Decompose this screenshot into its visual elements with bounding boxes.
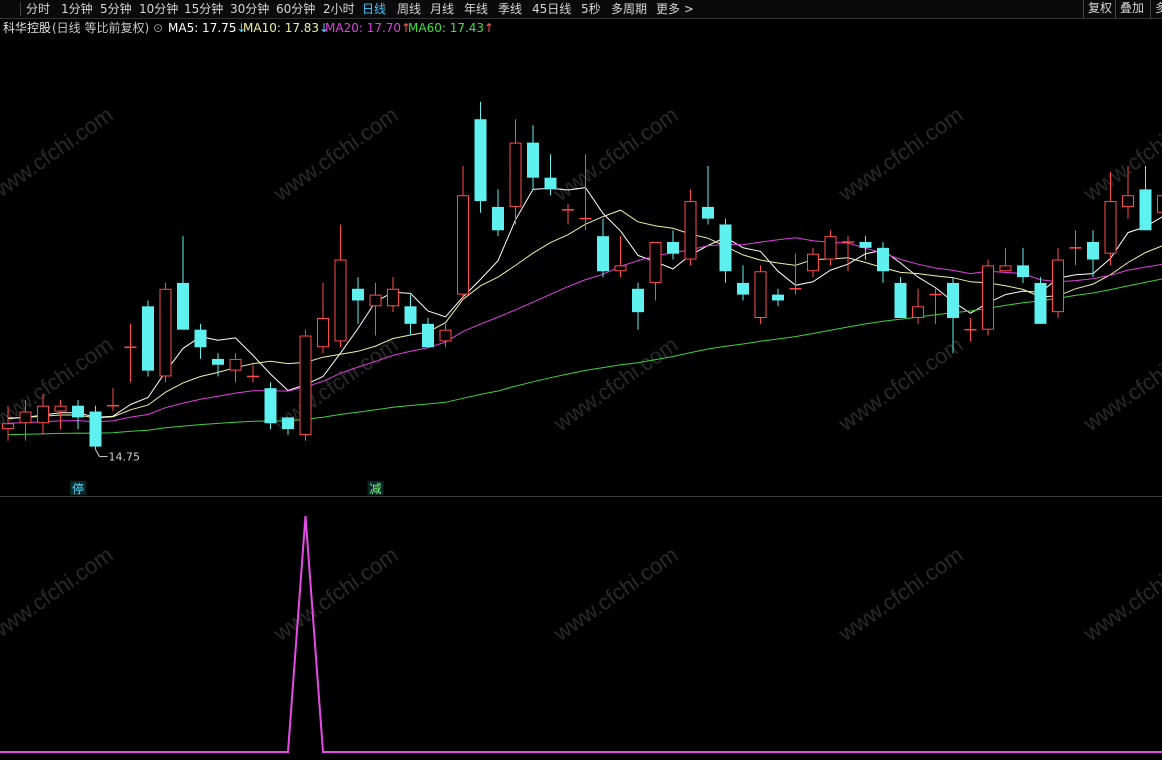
candle-body-34 — [597, 236, 609, 272]
candle-body-44 — [772, 294, 784, 301]
candle-body-3 — [54, 405, 67, 412]
candle-body-60 — [1052, 259, 1064, 313]
watermark-11: www.cfchi.com — [833, 542, 967, 646]
watermark-10: www.cfchi.com — [548, 542, 682, 646]
candle-body-23 — [404, 306, 417, 324]
candle-body-49 — [859, 242, 872, 248]
candle-body-29 — [509, 142, 522, 207]
candle-body-43 — [754, 271, 767, 319]
candle-body-31 — [544, 177, 557, 190]
candle-body-39 — [684, 201, 697, 260]
indicator-line — [0, 515, 1162, 753]
candle-body-54 — [947, 282, 959, 318]
candle-body-40 — [702, 206, 714, 219]
candle-body-9 — [159, 288, 172, 377]
candle-body-42 — [737, 282, 749, 295]
candle-body-47 — [824, 236, 837, 260]
candle-body-52 — [912, 306, 924, 318]
watermark-1: www.cfchi.com — [268, 102, 402, 206]
candle-body-11 — [194, 329, 207, 348]
candle-body-38 — [667, 242, 679, 254]
candle-body-57 — [999, 265, 1012, 272]
candle-body-36 — [632, 288, 644, 313]
panel-divider — [0, 496, 1162, 497]
candle-body-59 — [1034, 282, 1047, 324]
watermark-3: www.cfchi.com — [833, 102, 967, 206]
candle-body-64 — [1122, 195, 1134, 207]
candle-body-10 — [177, 282, 189, 330]
candle-body-27 — [474, 119, 487, 202]
candle-body-4 — [72, 405, 84, 418]
candle-body-30 — [527, 142, 539, 178]
signal-stop: 停 — [72, 481, 84, 496]
candle-body-1 — [19, 411, 32, 424]
watermark-7: www.cfchi.com — [833, 332, 967, 436]
candle-body-21 — [369, 294, 382, 307]
candle-body-13 — [229, 358, 242, 371]
watermark-2: www.cfchi.com — [548, 102, 682, 206]
candle-body-2 — [37, 405, 49, 424]
candle-body-41 — [719, 224, 732, 272]
candle-body-65 — [1139, 189, 1152, 231]
watermark-6: www.cfchi.com — [548, 332, 682, 436]
low-price-label: 14.75 — [109, 451, 141, 464]
candle-body-5 — [89, 411, 102, 447]
watermark-12: www.cfchi.com — [1078, 332, 1162, 436]
low-pointer — [95, 449, 100, 457]
watermark-9: www.cfchi.com — [268, 542, 402, 646]
candle-body-16 — [282, 417, 294, 430]
candle-body-28 — [492, 206, 504, 231]
candle-body-35 — [614, 265, 627, 272]
candle-body-18 — [317, 318, 329, 348]
candle-body-58 — [1017, 265, 1029, 278]
candle-body-66 — [1157, 195, 1162, 213]
candle-body-46 — [807, 253, 819, 272]
candle-body-50 — [877, 247, 889, 272]
candle-body-19 — [334, 259, 347, 342]
candle-body-37 — [649, 242, 662, 283]
signal-reduce: 减 — [369, 482, 381, 496]
candle-body-0 — [2, 423, 14, 430]
candle-body-25 — [439, 329, 452, 342]
candle-body-22 — [387, 288, 399, 307]
watermark-8: www.cfchi.com — [0, 542, 117, 646]
candle-body-24 — [422, 323, 434, 348]
kline-chart[interactable]: www.cfchi.com www.cfchi.com www.cfchi.com w… — [0, 0, 1162, 760]
watermark-14: www.cfchi.com — [1078, 542, 1162, 646]
candle-body-56 — [982, 265, 994, 330]
watermark-0: www.cfchi.com — [0, 102, 117, 206]
candle-body-17 — [299, 335, 312, 435]
candle-body-15 — [264, 388, 277, 424]
candle-body-51 — [894, 282, 907, 318]
candle-body-12 — [212, 358, 224, 365]
candle-body-20 — [352, 288, 364, 301]
candle-body-63 — [1104, 201, 1117, 254]
candle-body-26 — [457, 195, 469, 295]
candle-body-8 — [142, 306, 154, 371]
candle-body-62 — [1087, 242, 1099, 260]
